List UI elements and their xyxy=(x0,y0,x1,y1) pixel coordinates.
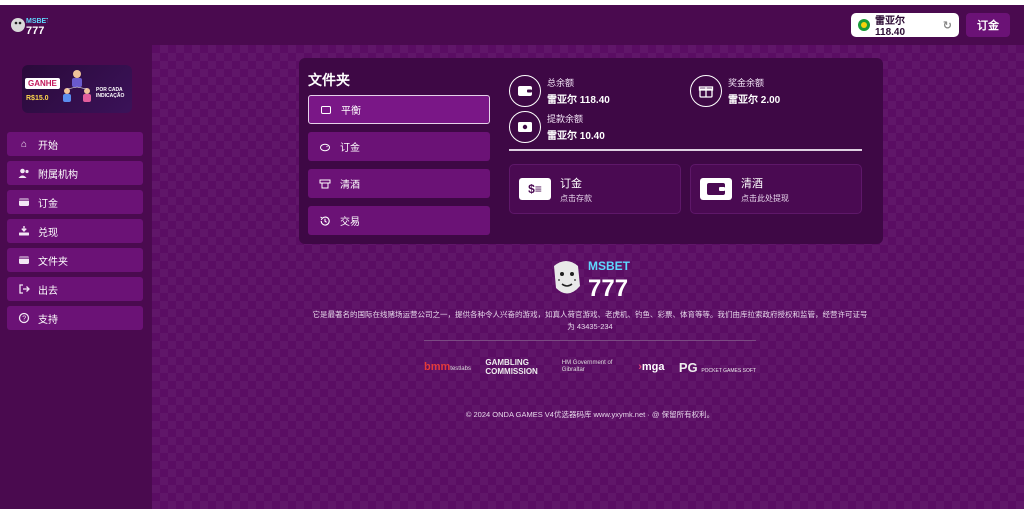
sidebar-item-label: 文件夹 xyxy=(38,256,68,268)
tab-label: 平衡 xyxy=(341,106,361,117)
brazil-flag-icon xyxy=(858,19,870,31)
sidebar-item-label: 支持 xyxy=(38,314,58,326)
app-frame: MSBET 777 雷亚尔 118.40 ↻ 订金 GANHE R$15.0 xyxy=(0,5,1024,509)
withdraw-icon xyxy=(18,225,30,237)
wallet-icon xyxy=(18,196,30,208)
mga-logo: ›mga xyxy=(638,361,664,373)
wallet-icon xyxy=(509,75,541,107)
deposit-card[interactable]: $≡ 订金 点击存款 xyxy=(509,164,681,214)
bonus-balance-label: 奖金余额 xyxy=(728,78,765,88)
piggy-icon xyxy=(319,141,331,153)
withdrawable-balance: 提款余额 雷亚尔 10.40 xyxy=(509,111,605,143)
promo-title: GANHE xyxy=(25,78,60,89)
sidebar-item-deposit[interactable]: 订金 xyxy=(7,190,143,214)
withdraw-card[interactable]: 清酒 点击此处提现 xyxy=(690,164,862,214)
deposit-button[interactable]: 订金 xyxy=(966,13,1010,37)
sidebar-item-withdraw[interactable]: 兑现 xyxy=(7,219,143,243)
cash-icon: $≡ xyxy=(519,178,551,200)
total-balance: 总余额 雷亚尔 118.40 xyxy=(509,75,610,107)
top-bar: MSBET 777 雷亚尔 118.40 ↻ 订金 xyxy=(0,5,1024,45)
withdrawable-balance-value: 雷亚尔 10.40 xyxy=(547,131,605,142)
total-balance-label: 总余额 xyxy=(547,78,575,88)
referral-people-icon xyxy=(63,70,91,102)
sidebar-nav: ⌂ 开始 附属机构 订金 兑现 文件夹 出去 ? 支持 xyxy=(7,132,143,335)
copyright: © 2024 ONDA GAMES V4优选器码库 www.yxymk.net … xyxy=(465,410,715,419)
sidebar-item-label: 订金 xyxy=(38,198,58,210)
balance-pill-value: 雷亚尔 118.40 xyxy=(875,16,906,38)
sidebar: GANHE R$15.0 POR CADA INDICAÇÃO ⌂ 开始 附属机… xyxy=(0,45,152,509)
footer-description: 它是最著名的国际在线赌场运营公司之一，提供各种令人兴奋的游戏，如真人荷官游戏、老… xyxy=(312,310,868,331)
sidebar-item-support[interactable]: ? 支持 xyxy=(7,306,143,330)
sidebar-item-label: 开始 xyxy=(38,140,58,152)
pg-soft-logo: PG POCKET GAMES SOFT xyxy=(679,360,756,375)
tab-transactions[interactable]: 交易 xyxy=(308,206,490,235)
withdraw-card-title: 清酒 xyxy=(741,177,763,190)
hm-government-logo: HM Government of Gibraltar xyxy=(561,360,613,373)
divider xyxy=(509,149,862,151)
sidebar-item-home[interactable]: ⌂ 开始 xyxy=(7,132,143,156)
cashout-icon xyxy=(319,178,331,190)
folder-icon xyxy=(18,254,30,266)
bmm-sub: testlabs xyxy=(450,366,471,372)
sidebar-item-label: 兑现 xyxy=(38,227,58,239)
tab-cashout[interactable]: 清酒 xyxy=(308,169,490,198)
brand-logo-large: MSBET 777 xyxy=(554,259,631,302)
promo-amount: R$15.0 xyxy=(26,95,49,102)
balance-pill[interactable]: 雷亚尔 118.40 ↻ xyxy=(851,13,959,38)
bmm-text: bmm xyxy=(424,361,451,373)
support-icon: ? xyxy=(18,312,30,324)
svg-text:?: ? xyxy=(22,315,26,322)
withdraw-card-subtitle: 点击此处提现 xyxy=(741,193,789,203)
refresh-icon[interactable]: ↻ xyxy=(943,19,952,32)
brand-logo[interactable]: MSBET 777 xyxy=(10,13,48,37)
bonus-balance-value: 雷亚尔 2.00 xyxy=(728,95,781,106)
sidebar-item-portfolio[interactable]: 文件夹 xyxy=(7,248,143,272)
sidebar-item-label: 出去 xyxy=(38,285,58,297)
users-icon xyxy=(18,167,30,179)
bmm-logo: bmmtestlabs xyxy=(424,361,471,373)
sidebar-item-affiliates[interactable]: 附属机构 xyxy=(7,161,143,185)
bonus-balance: 奖金余额 雷亚尔 2.00 xyxy=(690,75,780,107)
pg-sub: POCKET GAMES SOFT xyxy=(701,367,756,374)
deposit-card-subtitle: 点击存款 xyxy=(560,193,592,203)
tab-label: 清酒 xyxy=(340,180,360,191)
svg-text:777: 777 xyxy=(26,25,44,37)
total-balance-value: 雷亚尔 118.40 xyxy=(547,95,610,106)
partner-logos: bmmtestlabs GAMBLING COMMISSION HM Gover… xyxy=(424,358,756,376)
wallet-title: 文件夹 xyxy=(308,72,350,88)
wallet-icon xyxy=(700,178,732,200)
svg-text:MSBET: MSBET xyxy=(588,259,631,273)
gift-icon xyxy=(690,75,722,107)
referral-promo-banner[interactable]: GANHE R$15.0 POR CADA INDICAÇÃO xyxy=(22,65,132,113)
promo-caption: POR CADA INDICAÇÃO xyxy=(96,87,125,99)
wallet-panel: 文件夹 平衡 订金 清酒 交易 总余额 雷亚尔 118.40 奖金余额 雷亚尔 … xyxy=(299,58,883,244)
sidebar-item-logout[interactable]: 出去 xyxy=(7,277,143,301)
mga-text: mga xyxy=(641,361,665,373)
tab-label: 订金 xyxy=(340,143,360,154)
balance-icon xyxy=(320,104,332,116)
logout-icon xyxy=(18,283,30,295)
sidebar-item-label: 附属机构 xyxy=(38,169,78,181)
svg-text:777: 777 xyxy=(588,275,628,302)
tab-balance[interactable]: 平衡 xyxy=(308,95,490,124)
home-icon: ⌂ xyxy=(20,138,28,150)
withdrawable-balance-label: 提款余额 xyxy=(547,114,584,124)
pg-text: PG xyxy=(678,359,698,375)
history-icon xyxy=(319,215,331,227)
svg-text:MSBET: MSBET xyxy=(26,18,48,25)
deposit-card-title: 订金 xyxy=(560,177,582,190)
gambling-commission-logo: GAMBLING COMMISSION xyxy=(485,358,538,376)
footer-divider xyxy=(424,340,756,341)
cash-icon xyxy=(509,111,541,143)
tab-label: 交易 xyxy=(340,217,360,228)
tab-deposit[interactable]: 订金 xyxy=(308,132,490,161)
